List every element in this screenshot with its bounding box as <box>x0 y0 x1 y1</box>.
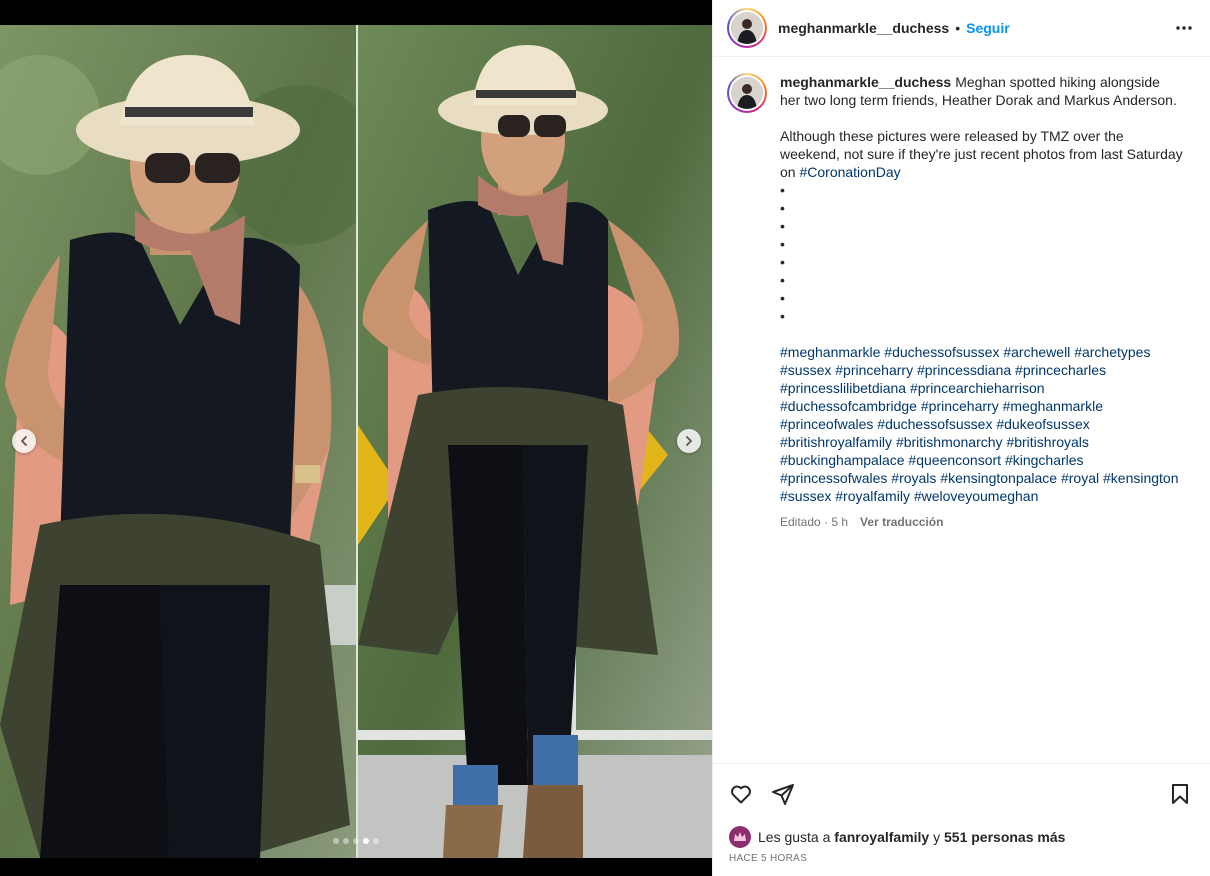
carousel-dot <box>333 838 339 844</box>
post-media <box>0 0 712 876</box>
avatar[interactable] <box>727 8 767 48</box>
liker-username[interactable]: fanroyalfamily <box>834 829 929 845</box>
hashtag-link[interactable]: #meghanmarkle <box>780 344 880 360</box>
photo-left-panel <box>0 25 356 858</box>
caption-bullets: • • • • • • • • <box>780 181 1184 325</box>
carousel-next-button[interactable] <box>677 429 701 453</box>
likes-others[interactable]: 551 personas más <box>944 829 1065 845</box>
hashtag-link[interactable]: #princearchieharrison <box>910 380 1045 396</box>
action-bar <box>713 763 1210 823</box>
send-icon <box>772 783 794 805</box>
hashtag-link[interactable]: #royal <box>1061 470 1099 486</box>
chevron-right-icon <box>686 436 692 446</box>
hashtag-link[interactable]: #sussex <box>780 362 831 378</box>
edited-label: Editado · 5 h <box>780 515 849 529</box>
caption-paragraph-2: Although these pictures were released by… <box>780 127 1184 181</box>
caption-meta: Editado · 5 h Ver traducción <box>780 513 1184 531</box>
hashtag-link[interactable]: #royalfamily <box>835 488 910 504</box>
caption-bullet: • <box>780 200 785 216</box>
post-timestamp[interactable]: HACE 5 HORAS <box>713 851 1210 876</box>
comments-section: meghanmarkle__duchess Meghan spotted hiki… <box>713 57 1210 763</box>
caption-username[interactable]: meghanmarkle__duchess <box>780 74 951 90</box>
hashtag-link[interactable]: #sussex <box>780 488 831 504</box>
caption-bullet: • <box>780 218 785 234</box>
photo-right-panel <box>358 25 712 858</box>
hashtag-link[interactable]: #britishroyalfamily <box>780 434 892 450</box>
photo-right-image <box>358 25 712 858</box>
caption-bullet: • <box>780 308 785 324</box>
post-sidebar: meghanmarkle__duchess • Seguir meghanmar… <box>712 0 1210 876</box>
hashtag-link[interactable]: #CoronationDay <box>799 164 900 180</box>
save-button[interactable] <box>1166 780 1194 808</box>
carousel-dot <box>343 838 349 844</box>
hashtag-link[interactable]: #archewell <box>1003 344 1070 360</box>
hashtag-link[interactable]: #duchessofcambridge <box>780 398 917 414</box>
carousel-indicator <box>333 838 379 844</box>
hashtag-link[interactable]: #duchessofsussex <box>877 416 992 432</box>
hashtag-link[interactable]: #princeharry <box>835 362 913 378</box>
hashtag-link[interactable]: #princessofwales <box>780 470 887 486</box>
caption-bullet: • <box>780 290 785 306</box>
hashtag-link[interactable]: #meghanmarkle <box>1003 398 1103 414</box>
instagram-post-modal: meghanmarkle__duchess • Seguir meghanmar… <box>0 0 1210 876</box>
hashtag-link[interactable]: #kensingtonpalace <box>940 470 1057 486</box>
caption: meghanmarkle__duchess Meghan spotted hiki… <box>727 73 1194 531</box>
see-translation-button[interactable]: Ver traducción <box>860 513 943 531</box>
hashtag-link[interactable]: #dukeofsussex <box>996 416 1089 432</box>
bookmark-icon <box>1172 783 1188 804</box>
hashtag-link[interactable]: #britishmonarchy <box>896 434 1003 450</box>
likes-connector: y <box>933 829 941 845</box>
hashtag-link[interactable]: #princecharles <box>1015 362 1106 378</box>
hashtag-link[interactable]: #duchessofsussex <box>884 344 999 360</box>
caption-bullet: • <box>780 182 785 198</box>
caption-avatar-image <box>731 77 763 109</box>
post-photo <box>0 25 712 858</box>
caption-bullet: • <box>780 254 785 270</box>
hashtag-link[interactable]: #kingcharles <box>1005 452 1084 468</box>
hashtag-link[interactable]: #queenconsort <box>908 452 1001 468</box>
photo-left-image <box>0 25 356 858</box>
likes-summary: Les gusta a fanroyalfamily y 551 persona… <box>713 823 1210 851</box>
hashtag-link[interactable]: #princeofwales <box>780 416 873 432</box>
chevron-left-icon <box>21 436 27 446</box>
hashtag-link[interactable]: #kensington <box>1103 470 1179 486</box>
likes-prefix: Les gusta a <box>758 829 831 845</box>
follow-button[interactable]: Seguir <box>966 20 1010 36</box>
caption-hashtags: #meghanmarkle #duchessofsussex #archewel… <box>780 343 1184 505</box>
caption-paragraph-1: meghanmarkle__duchess Meghan spotted hiki… <box>780 73 1184 109</box>
carousel-prev-button[interactable] <box>12 429 36 453</box>
post-header: meghanmarkle__duchess • Seguir <box>713 0 1210 57</box>
more-horizontal-icon <box>1176 26 1192 30</box>
carousel-dot <box>353 838 359 844</box>
hashtag-link[interactable]: #princeharry <box>921 398 999 414</box>
avatar-image <box>731 12 763 44</box>
caption-avatar[interactable] <box>727 73 767 113</box>
hashtag-link[interactable]: #britishroyals <box>1006 434 1088 450</box>
share-button[interactable] <box>769 780 797 808</box>
heart-icon <box>731 785 751 803</box>
caption-bullet: • <box>780 236 785 252</box>
hashtag-link[interactable]: #archetypes <box>1074 344 1150 360</box>
hashtag-link[interactable]: #buckinghampalace <box>780 452 905 468</box>
hashtag-link[interactable]: #princesslilibetdiana <box>780 380 906 396</box>
caption-body: meghanmarkle__duchess Meghan spotted hiki… <box>780 73 1184 531</box>
hashtag-link[interactable]: #royals <box>891 470 936 486</box>
carousel-dot <box>363 838 369 844</box>
hashtag-link[interactable]: #weloveyoumeghan <box>914 488 1039 504</box>
header-separator: • <box>955 20 961 36</box>
like-button[interactable] <box>727 780 755 808</box>
crown-icon <box>734 832 746 841</box>
caption-bullet: • <box>780 272 785 288</box>
more-options-button[interactable] <box>1172 16 1196 40</box>
header-username[interactable]: meghanmarkle__duchess <box>778 20 949 36</box>
liker-avatar[interactable] <box>729 826 751 848</box>
hashtag-link[interactable]: #princessdiana <box>917 362 1011 378</box>
carousel-dot <box>373 838 379 844</box>
